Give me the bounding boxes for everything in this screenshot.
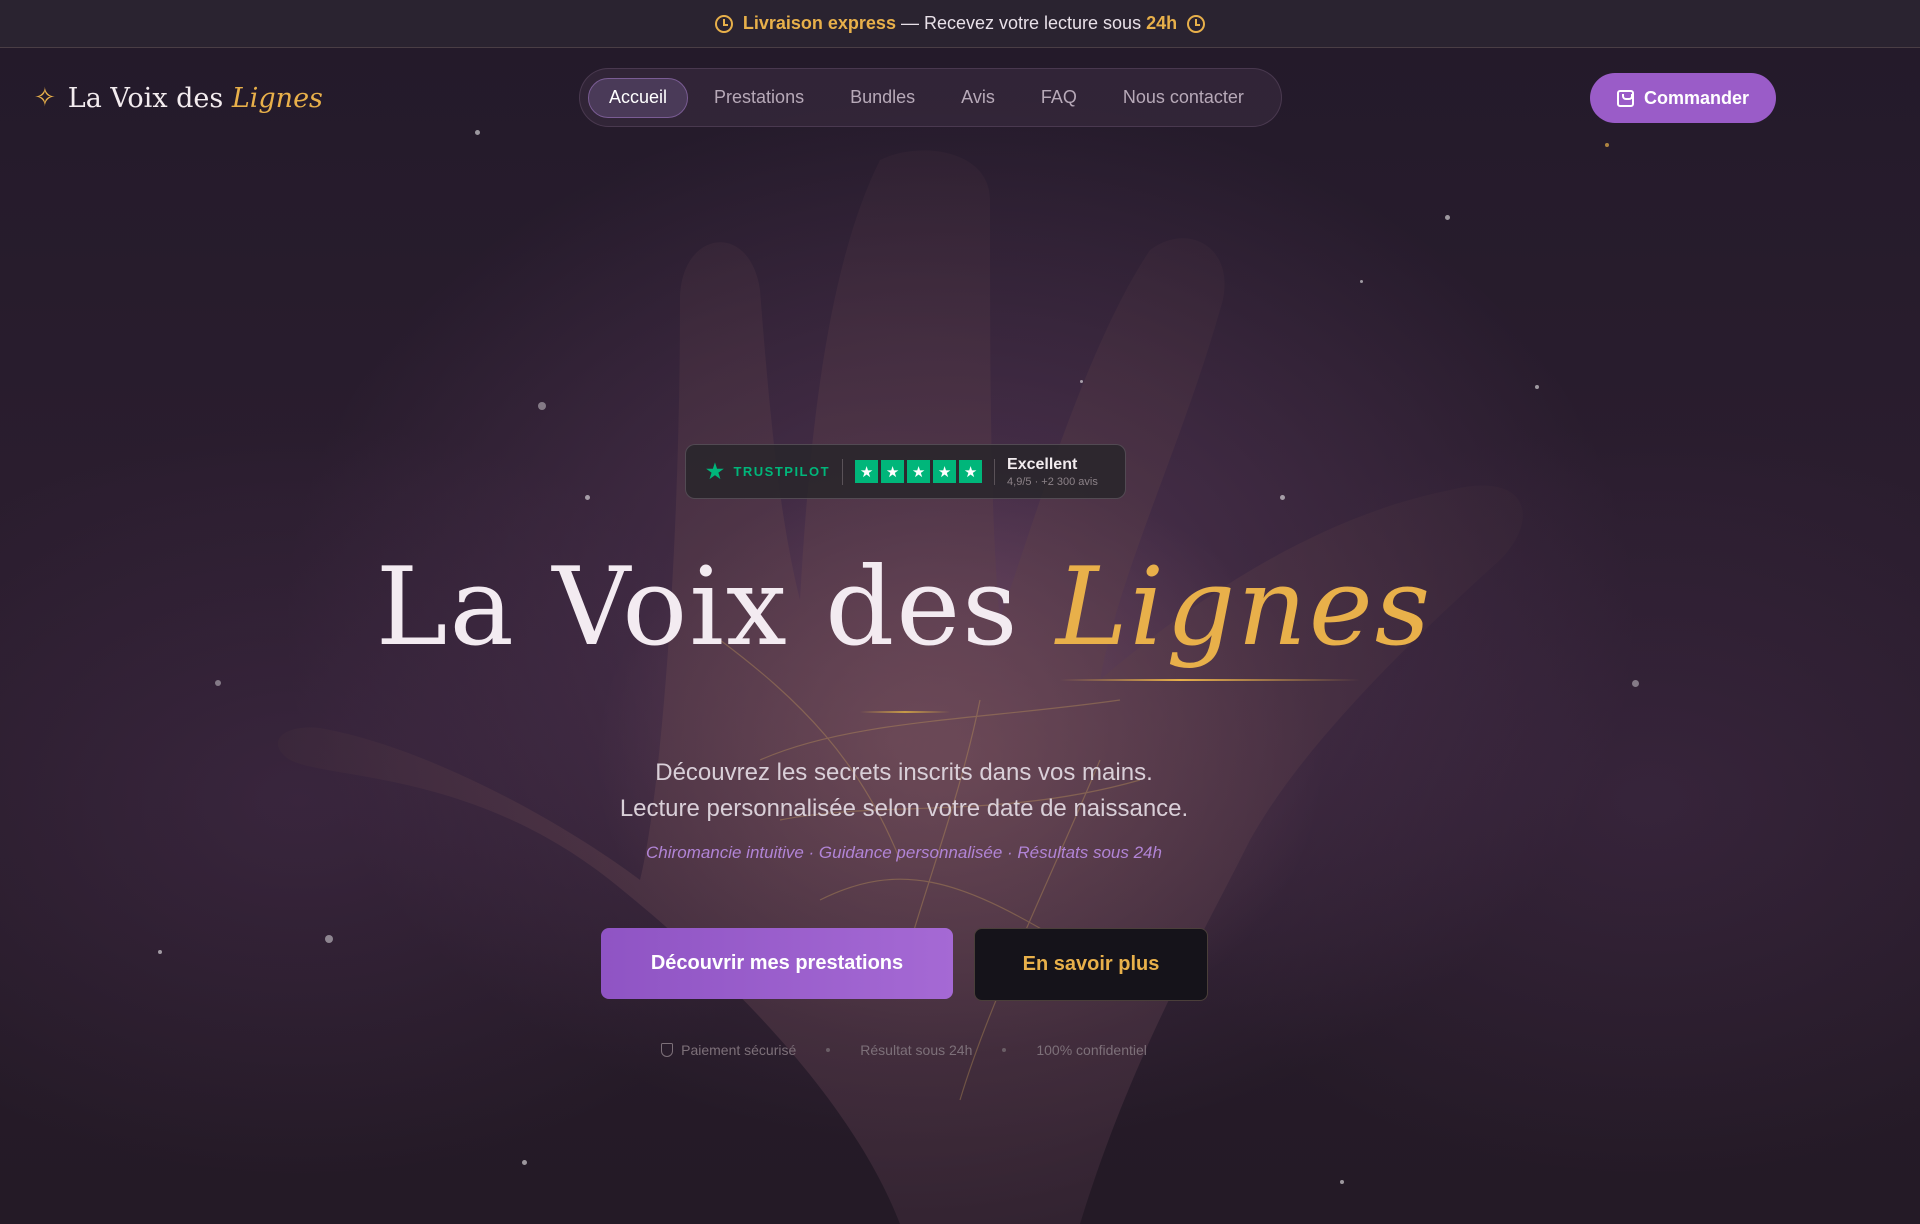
trustpilot-star-icon: ★ — [706, 461, 726, 483]
assurance-label: Paiement sécurisé — [681, 1042, 797, 1058]
trustpilot-brand: TRUSTPILOT — [733, 464, 831, 479]
assurance-item: Paiement sécurisé — [661, 1042, 796, 1058]
star-icon: ★ — [907, 460, 931, 483]
shield-icon — [661, 1043, 674, 1057]
discover-services-button[interactable]: Découvrir mes prestations — [601, 928, 953, 999]
star-dot — [475, 130, 480, 135]
hero-subtitle-line2: Lecture personnalisée selon votre date d… — [619, 795, 1189, 822]
divider — [994, 458, 996, 485]
hero-title-main: La Voix des — [375, 545, 1056, 670]
sparkle-icon: ✧ — [34, 83, 56, 113]
shopping-bag-icon — [1616, 89, 1634, 107]
commander-button[interactable]: Commander — [1590, 73, 1776, 123]
assurance-item: Résultat sous 24h — [860, 1042, 973, 1058]
nav-item-prestations[interactable]: Prestations — [694, 78, 824, 118]
star-dot — [538, 402, 546, 410]
hero-title-accent: Lignes — [1055, 545, 1433, 670]
brand-name: La Voix des Lignes — [68, 83, 323, 114]
star-icon: ★ — [959, 460, 983, 483]
star-dot — [1535, 385, 1539, 389]
star-dot — [1360, 280, 1363, 283]
trustpilot-rating-detail: 4,9/5 · +2 300 avis — [1007, 475, 1098, 488]
star-dot — [522, 1160, 527, 1165]
trustpilot-rating-stars: ★ ★ ★ ★ ★ — [855, 460, 983, 483]
title-underline — [1060, 679, 1360, 681]
hero-tagline: Chiromancie intuitive · Guidance personn… — [646, 843, 1162, 862]
nav-item-avis[interactable]: Avis — [941, 78, 1015, 118]
announcement-time: 24h — [1146, 13, 1178, 33]
star-dot — [325, 935, 333, 943]
nav-item-faq[interactable]: FAQ — [1021, 78, 1097, 118]
star-icon: ★ — [855, 460, 879, 483]
star-dot — [585, 495, 590, 500]
commander-label: Commander — [1643, 87, 1750, 108]
assurance-row: Paiement sécurisé Résultat sous 24h 100%… — [0, 1042, 1808, 1058]
trustpilot-rating-label: Excellent — [1007, 455, 1078, 473]
divider — [842, 458, 844, 485]
star-dot — [1340, 1180, 1344, 1184]
hero-title: La Voix des Lignes — [0, 545, 1808, 670]
star-dot — [1445, 215, 1450, 220]
separator-dot — [826, 1048, 831, 1052]
main-nav: Accueil Prestations Bundles Avis FAQ Nou… — [579, 68, 1282, 127]
star-dot — [215, 680, 221, 686]
trustpilot-badge[interactable]: ★ TRUSTPILOT ★ ★ ★ ★ ★ Excellent 4,9/5 ·… — [685, 444, 1126, 499]
announcement-highlight: Livraison express — [742, 13, 896, 33]
star-dot — [1605, 143, 1609, 147]
star-dot — [1080, 380, 1083, 383]
brand-name-main: La Voix des — [67, 82, 232, 114]
brand-logo[interactable]: ✧ La Voix des Lignes — [34, 78, 323, 118]
trustpilot-logo: ★ TRUSTPILOT — [706, 459, 830, 484]
star-dot — [1632, 680, 1639, 687]
hero-subtitle-line1: Découvrez les secrets inscrits dans vos … — [655, 759, 1153, 786]
nav-item-contact[interactable]: Nous contacter — [1103, 78, 1264, 118]
star-icon: ★ — [881, 460, 905, 483]
learn-more-button[interactable]: En savoir plus — [974, 928, 1208, 1001]
clock-icon — [714, 14, 733, 33]
star-icon: ★ — [933, 460, 957, 483]
star-dot — [158, 950, 162, 954]
announcement-bar: Livraison express — Recevez votre lectur… — [0, 0, 1920, 48]
nav-item-accueil[interactable]: Accueil — [588, 77, 689, 118]
hero-divider — [860, 711, 950, 713]
clock-icon — [1187, 14, 1206, 33]
trustpilot-text: Excellent 4,9/5 · +2 300 avis — [1007, 456, 1098, 488]
separator-dot — [1002, 1048, 1007, 1052]
announcement-text: — Recevez votre lecture sous — [895, 13, 1147, 33]
assurance-item: 100% confidentiel — [1036, 1042, 1147, 1058]
brand-name-accent: Lignes — [231, 82, 323, 114]
nav-item-bundles[interactable]: Bundles — [830, 78, 935, 118]
star-dot — [1280, 495, 1285, 500]
